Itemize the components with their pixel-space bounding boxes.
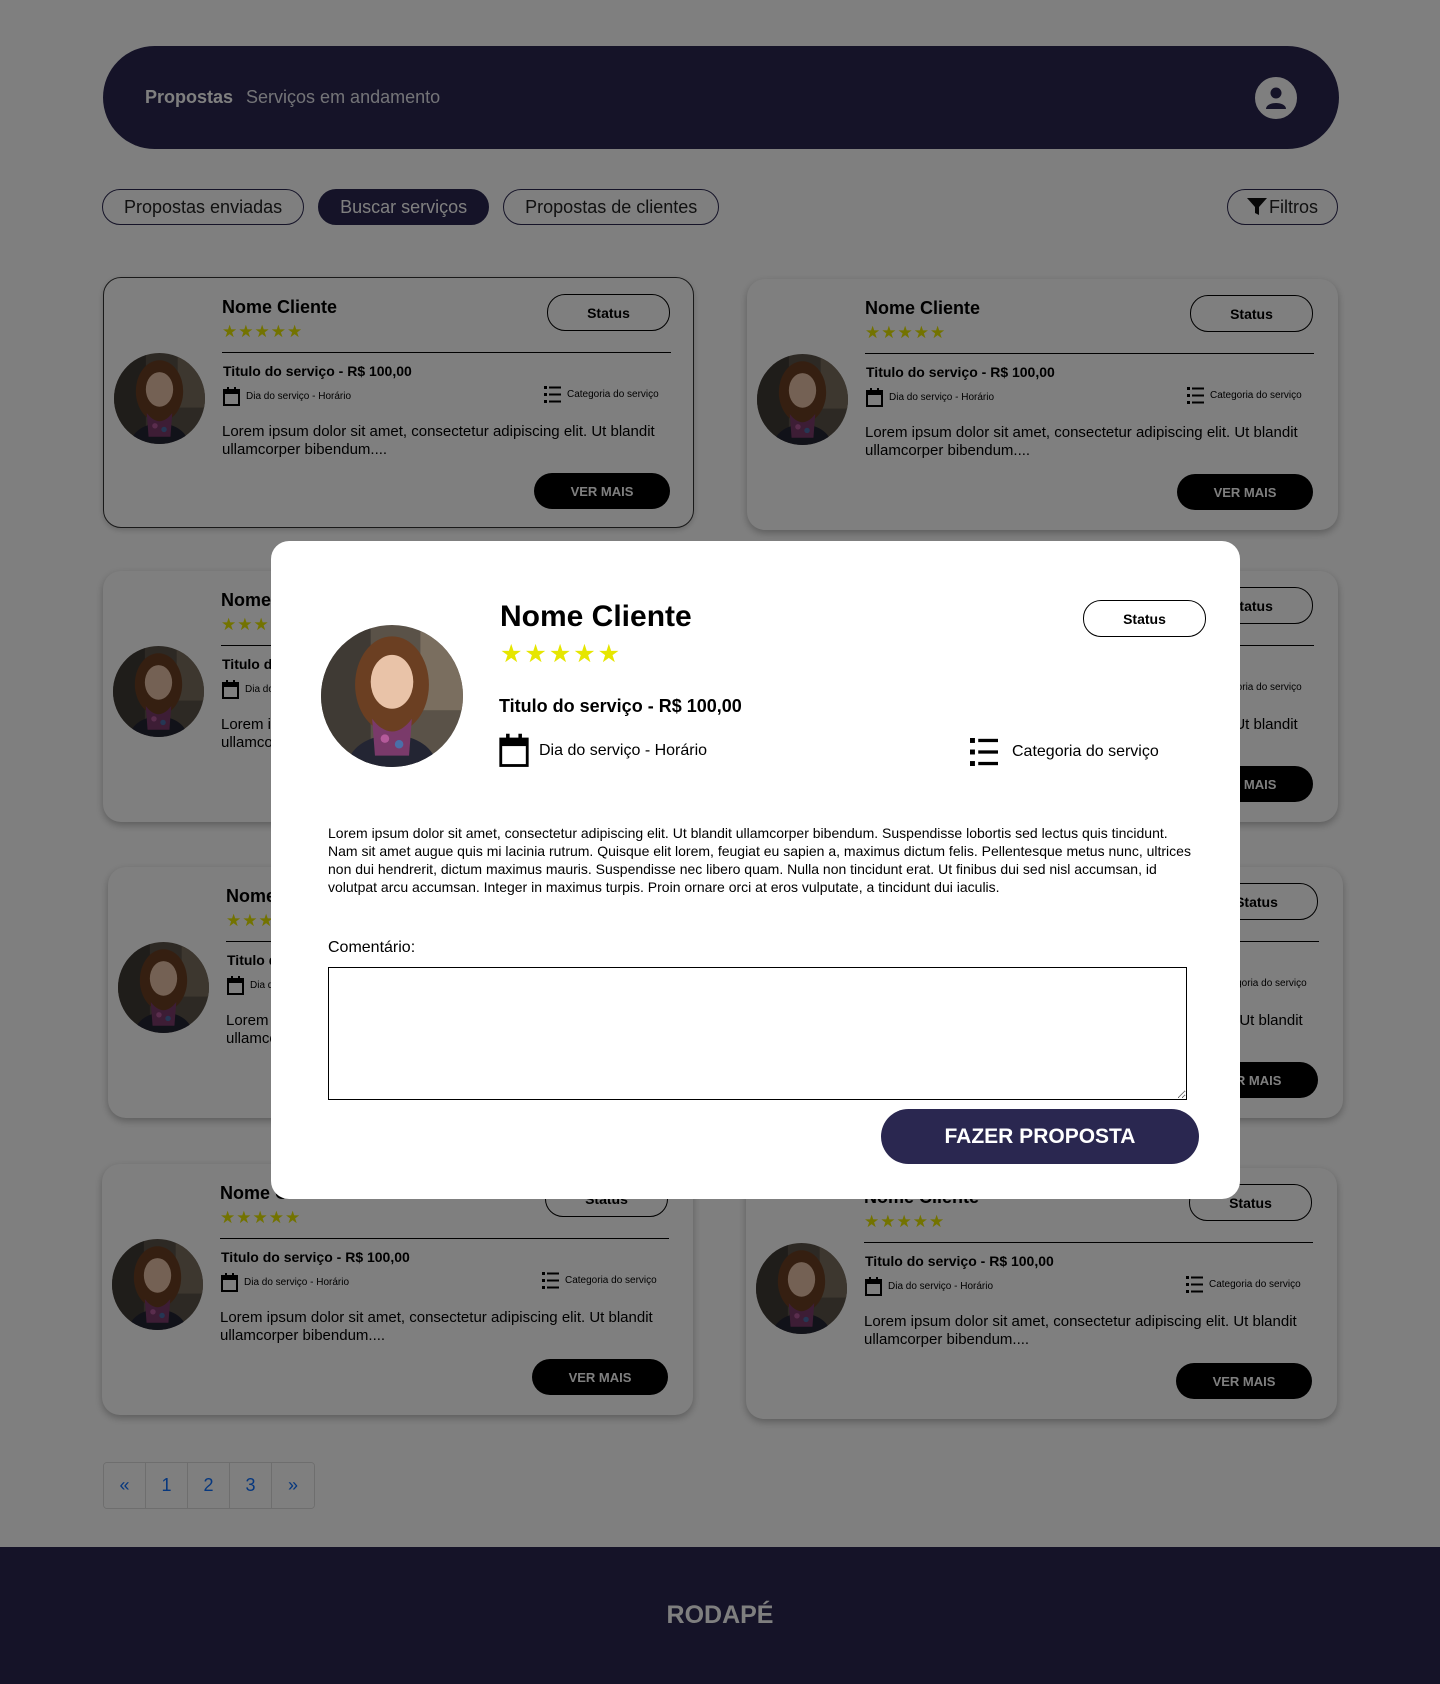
modal-date-label: Dia do serviço - Horário: [539, 741, 708, 759]
modal-client-name: Nome Cliente: [500, 600, 692, 633]
comment-textarea[interactable]: [328, 967, 1187, 1100]
modal-category-label: Categoria do serviço: [1012, 743, 1159, 760]
modal-rating-stars: ★★★★★: [500, 640, 623, 668]
modal-service-category: Categoria do serviço: [970, 736, 1159, 768]
modal-service-title: Titulo do serviço - R$ 100,00: [499, 696, 742, 716]
client-photo: [321, 625, 463, 767]
modal-description: Lorem ipsum dolor sit amet, consectetur …: [328, 825, 1191, 895]
comment-label: Comentário:: [328, 939, 416, 956]
proposal-modal: Nome Cliente ★★★★★ Status Titulo do serv…: [271, 541, 1240, 1199]
list-icon: [970, 738, 998, 766]
modal-service-date: Dia do serviço - Horário: [499, 733, 707, 768]
fazer-proposta-button[interactable]: FAZER PROPOSTA: [881, 1109, 1199, 1164]
modal-status-badge[interactable]: Status: [1083, 600, 1206, 637]
calendar-icon: [499, 733, 529, 767]
